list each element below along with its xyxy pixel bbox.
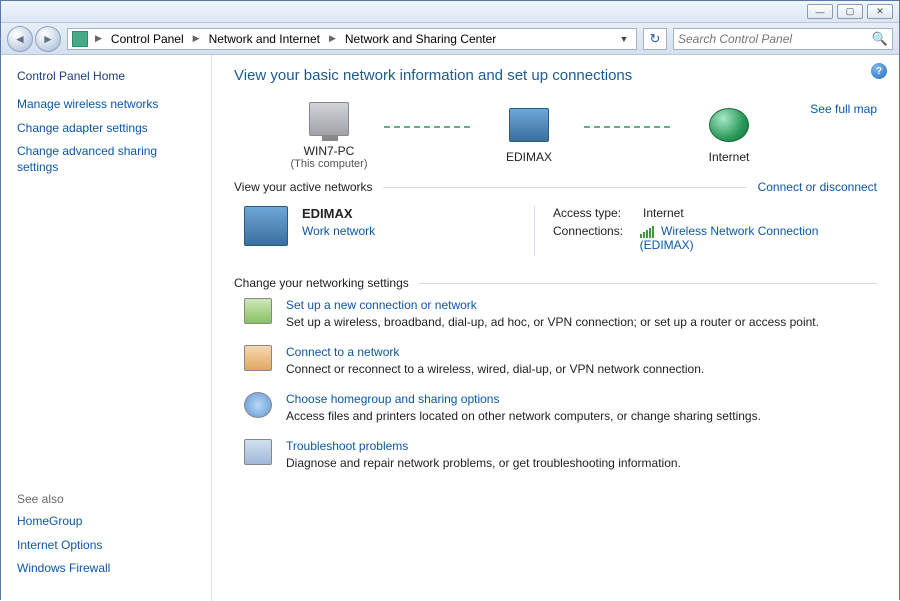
help-icon[interactable]: ? (871, 63, 887, 79)
access-type-label: Access type: (553, 206, 643, 220)
close-button[interactable]: ✕ (867, 4, 893, 19)
minimize-button[interactable]: — (807, 4, 833, 19)
page-title: View your basic network information and … (234, 67, 877, 84)
task-desc: Diagnose and repair network problems, or… (286, 456, 681, 470)
task-setup-connection[interactable]: Set up a new connection or network Set u… (234, 298, 877, 329)
task-desc: Access files and printers located on oth… (286, 409, 761, 423)
address-dropdown[interactable]: ▼ (616, 34, 632, 44)
task-troubleshoot[interactable]: Troubleshoot problems Diagnose and repai… (234, 439, 877, 470)
map-node-this-computer[interactable]: WIN7-PC (This computer) (274, 102, 384, 170)
connections-label: Connections: (553, 224, 640, 252)
active-networks-heading: View your active networks (234, 180, 373, 194)
breadcrumb-item[interactable]: Network and Sharing Center (343, 32, 498, 46)
back-button[interactable]: ◄ (7, 26, 33, 52)
computer-icon (309, 102, 349, 136)
connection-link[interactable]: Wireless Network Connection (EDIMAX) (640, 224, 819, 252)
search-box[interactable]: 🔍 (673, 28, 893, 50)
map-edge (384, 126, 474, 128)
titlebar: — ▢ ✕ (1, 1, 899, 23)
refresh-button[interactable]: ↻ (643, 28, 667, 50)
network-name: EDIMAX (302, 206, 375, 221)
network-icon (244, 206, 288, 246)
homegroup-icon (244, 392, 272, 418)
chevron-right-icon: ▶ (92, 33, 105, 44)
task-title[interactable]: Set up a new connection or network (286, 298, 819, 312)
network-map: See full map WIN7-PC (This computer) EDI… (234, 98, 877, 178)
connect-network-icon (244, 345, 272, 371)
task-title[interactable]: Choose homegroup and sharing options (286, 392, 761, 406)
chevron-right-icon: ▶ (190, 33, 203, 44)
seealso-homegroup[interactable]: HomeGroup (17, 514, 195, 530)
gateway-icon (509, 108, 549, 142)
troubleshoot-icon (244, 439, 272, 465)
sidebar: Control Panel Home Manage wireless netwo… (1, 55, 211, 601)
task-desc: Connect or reconnect to a wireless, wire… (286, 362, 704, 376)
map-node-label: EDIMAX (506, 150, 552, 164)
sidebar-link-wireless[interactable]: Manage wireless networks (17, 97, 195, 113)
network-type-link[interactable]: Work network (302, 224, 375, 238)
map-edge (584, 126, 674, 128)
connect-disconnect-link[interactable]: Connect or disconnect (758, 180, 877, 194)
search-icon[interactable]: 🔍 (872, 31, 888, 47)
maximize-button[interactable]: ▢ (837, 4, 863, 19)
breadcrumb[interactable]: ▶ Control Panel ▶ Network and Internet ▶… (67, 28, 637, 50)
task-title[interactable]: Connect to a network (286, 345, 704, 359)
access-type-value: Internet (643, 206, 684, 220)
map-node-internet[interactable]: Internet (674, 108, 784, 164)
networking-settings-heading: Change your networking settings (234, 276, 409, 290)
see-full-map-link[interactable]: See full map (810, 102, 877, 116)
see-also-heading: See also (17, 492, 195, 506)
location-icon (72, 31, 88, 47)
map-node-sublabel: (This computer) (290, 158, 367, 170)
task-connect-network[interactable]: Connect to a network Connect or reconnec… (234, 345, 877, 376)
content-area: ? View your basic network information an… (211, 55, 899, 601)
task-title[interactable]: Troubleshoot problems (286, 439, 681, 453)
sidebar-link-adapter[interactable]: Change adapter settings (17, 121, 195, 137)
address-bar: ◄ ► ▶ Control Panel ▶ Network and Intern… (1, 23, 899, 55)
map-node-gateway[interactable]: EDIMAX (474, 108, 584, 164)
chevron-right-icon: ▶ (326, 33, 339, 44)
seealso-windows-firewall[interactable]: Windows Firewall (17, 561, 195, 577)
signal-bars-icon (640, 226, 654, 238)
internet-icon (709, 108, 749, 142)
sidebar-link-advanced-sharing[interactable]: Change advanced sharing settings (17, 144, 195, 175)
setup-connection-icon (244, 298, 272, 324)
forward-button[interactable]: ► (35, 26, 61, 52)
map-node-label: Internet (709, 150, 750, 164)
map-node-label: WIN7-PC (304, 144, 355, 158)
breadcrumb-item[interactable]: Control Panel (109, 32, 186, 46)
task-desc: Set up a wireless, broadband, dial-up, a… (286, 315, 819, 329)
control-panel-home-link[interactable]: Control Panel Home (17, 69, 195, 83)
seealso-internet-options[interactable]: Internet Options (17, 538, 195, 554)
breadcrumb-item[interactable]: Network and Internet (207, 32, 322, 46)
search-input[interactable] (678, 32, 872, 46)
task-homegroup-sharing[interactable]: Choose homegroup and sharing options Acc… (234, 392, 877, 423)
